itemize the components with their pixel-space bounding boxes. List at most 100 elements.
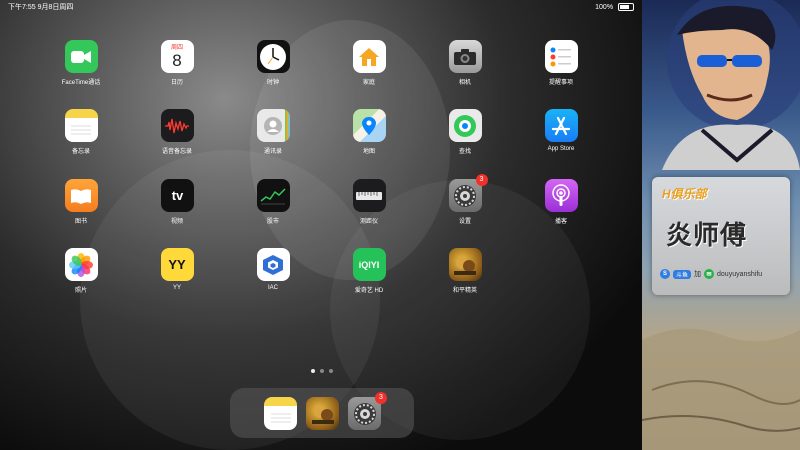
home-app-icon	[352, 40, 386, 73]
streamer-side-panel: H俱乐部 炎师傅 S 斗鱼 加 ✉ douyuyanshifu	[642, 0, 800, 450]
settings-icon: 3	[448, 174, 488, 212]
wechat-icon: ✉	[704, 269, 715, 279]
app-stocks[interactable]: 股市	[233, 179, 313, 225]
page-dot	[320, 369, 324, 373]
app-label: 测距仪	[359, 219, 378, 225]
clock-icon	[256, 40, 290, 73]
app-label: 地图	[362, 149, 375, 155]
battery-percent: 100%	[595, 4, 614, 11]
social-handle-row: S 斗鱼 加 ✉ douyuyanshifu	[660, 269, 762, 279]
dock-notes-icon[interactable]	[264, 397, 297, 430]
app-voice-memos[interactable]: 语音备忘录	[137, 109, 217, 155]
app-label: 设置	[458, 219, 471, 225]
iqiyi-icon: iQIYI	[352, 248, 386, 281]
dock: 3	[230, 388, 414, 438]
app-iqiyi[interactable]: iQIYI 爱奇艺 HD	[329, 248, 409, 294]
ipad-home-screen: 下午7:55 9月8日周四 100% FaceTime通话 周四 8 日历 时钟…	[0, 0, 642, 450]
app-reminders[interactable]: 提醒事项	[521, 40, 601, 86]
notes-icon	[64, 109, 98, 142]
app-label: 视频	[170, 219, 183, 225]
app-label: FaceTime通话	[61, 80, 101, 86]
club-label: H俱乐部	[662, 187, 707, 201]
app-label: 和平精英	[452, 288, 477, 294]
iac-icon	[256, 248, 290, 281]
page-indicator[interactable]	[308, 369, 336, 375]
streamer-name: 炎师傅	[666, 220, 748, 250]
app-iac[interactable]: IAC	[233, 248, 313, 291]
app-clock[interactable]: 时钟	[233, 40, 313, 86]
app-yy[interactable]: YY YY	[137, 248, 217, 291]
battery-icon	[618, 3, 634, 12]
app-label: 提醒事项	[548, 80, 573, 86]
douyu-tag: 斗鱼	[673, 269, 692, 279]
status-bar: 下午7:55 9月8日周四 100%	[8, 2, 634, 14]
reminders-icon	[544, 40, 578, 73]
app-photos[interactable]: 照片	[41, 248, 121, 294]
yy-icon-text: YY	[168, 257, 186, 272]
app-home[interactable]: 家庭	[329, 40, 409, 86]
contacts-icon	[256, 109, 290, 142]
app-label: 语音备忘录	[161, 149, 192, 155]
app-label: 通讯录	[263, 149, 282, 155]
app-camera[interactable]: 相机	[425, 40, 505, 86]
app-label: 家庭	[362, 80, 375, 86]
app-apple-tv[interactable]: tv 视频	[137, 179, 217, 225]
app-contacts[interactable]: 通讯录	[233, 109, 313, 155]
maps-icon	[352, 109, 386, 142]
podcasts-icon	[544, 179, 578, 212]
facetime-icon	[64, 40, 98, 73]
app-label: IAC	[267, 285, 278, 291]
voice-memos-icon	[160, 109, 194, 142]
app-label: 爱奇艺 HD	[354, 288, 384, 294]
stocks-icon	[256, 179, 290, 212]
app-label: YY	[172, 285, 181, 291]
photos-icon	[64, 248, 98, 281]
app-label: 股市	[266, 219, 279, 225]
app-label: 查找	[458, 149, 471, 155]
app-find-my[interactable]: 查找	[425, 109, 505, 155]
app-facetime[interactable]: FaceTime通话	[41, 40, 121, 86]
app-label: 备忘录	[71, 149, 90, 155]
books-icon	[64, 179, 98, 212]
dock-peacekeeper-elite-icon[interactable]	[306, 397, 339, 430]
camera-icon	[448, 40, 482, 73]
iqiyi-icon-text: iQIYI	[358, 259, 380, 270]
page-dot	[329, 369, 333, 373]
notification-badge: 3	[375, 392, 387, 404]
app-measure[interactable]: 测距仪	[329, 179, 409, 225]
douyu-icon: S	[660, 269, 670, 279]
app-peacekeeper-elite[interactable]: 和平精英	[425, 248, 505, 294]
app-app-store[interactable]: App Store	[521, 109, 601, 152]
yy-icon: YY	[160, 248, 194, 281]
notification-badge: 3	[475, 174, 488, 186]
app-label: App Store	[547, 146, 575, 152]
app-calendar[interactable]: 周四 8 日历	[137, 40, 217, 86]
apple-tv-icon: tv	[160, 179, 194, 212]
tv-icon-text: tv	[171, 188, 184, 203]
find-my-icon	[448, 109, 482, 142]
calendar-day: 8	[172, 50, 182, 70]
app-books[interactable]: 图书	[41, 179, 121, 225]
app-label: 时钟	[266, 80, 279, 86]
app-label: 日历	[170, 80, 183, 86]
social-handle: douyuyanshifu	[717, 270, 763, 278]
page-dot	[311, 369, 315, 373]
calendar-icon: 周四 8	[160, 40, 194, 73]
app-label: 相机	[458, 80, 471, 86]
dock-settings-icon[interactable]: 3	[348, 392, 387, 430]
connector-text: 加	[694, 271, 702, 278]
streamer-avatar-illustration	[662, 0, 800, 170]
app-label: 图书	[74, 219, 87, 225]
battlefield-illustration	[642, 328, 800, 450]
app-label: 播客	[554, 219, 567, 225]
peacekeeper-elite-icon	[448, 248, 482, 281]
app-store-icon	[544, 109, 578, 142]
app-podcasts[interactable]: 播客	[521, 179, 601, 225]
streamer-brand-card: H俱乐部 炎师傅 S 斗鱼 加 ✉ douyuyanshifu	[652, 177, 790, 295]
measure-icon	[352, 179, 386, 212]
app-settings[interactable]: 3 设置	[425, 174, 505, 225]
status-time-date: 下午7:55 9月8日周四	[8, 4, 74, 11]
app-notes[interactable]: 备忘录	[41, 109, 121, 155]
app-maps[interactable]: 地图	[329, 109, 409, 155]
status-battery: 100%	[595, 2, 634, 14]
